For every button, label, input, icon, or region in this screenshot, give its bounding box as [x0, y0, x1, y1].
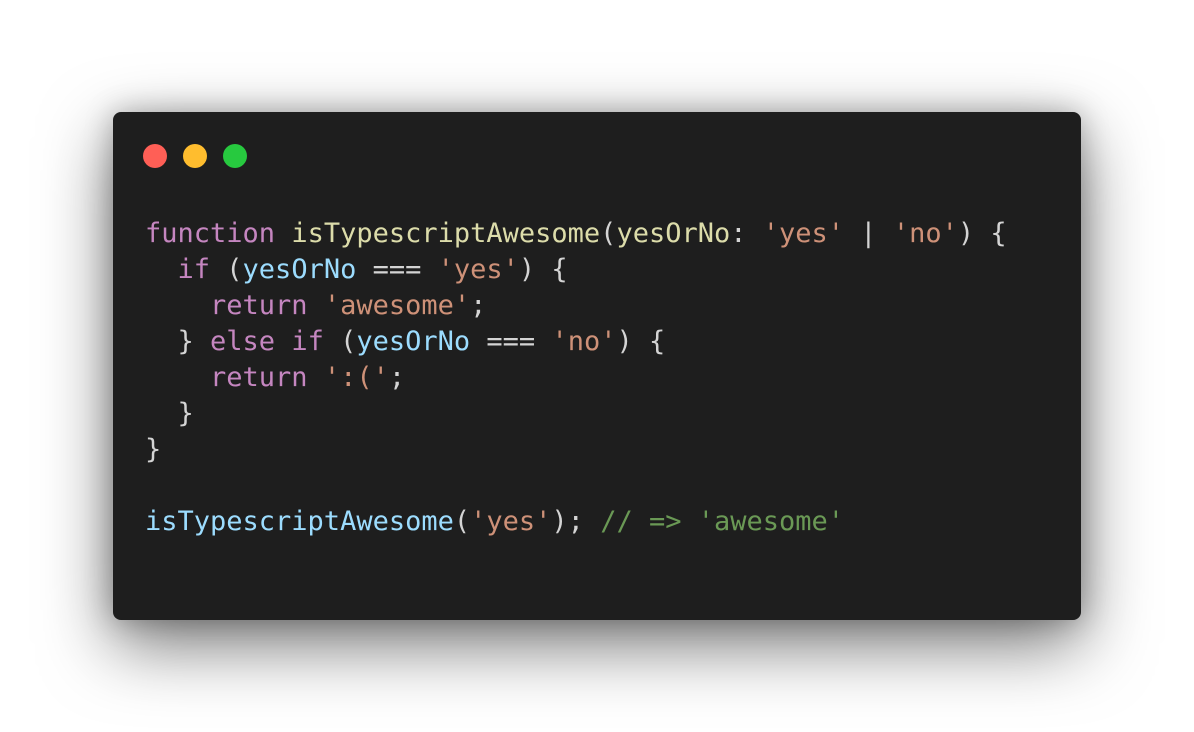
string-token: 'no' — [892, 218, 958, 249]
string-token: 'yes' — [762, 218, 845, 249]
punctuation-token: } — [145, 434, 162, 465]
punctuation-token: ( — [210, 254, 243, 285]
maximize-icon[interactable] — [223, 144, 247, 168]
function-name-token: isTypescriptAwesome — [291, 218, 601, 249]
punctuation-token: ; — [470, 290, 487, 321]
window-controls — [143, 144, 247, 168]
code-line: if (yesOrNo === 'yes') { — [145, 252, 1007, 288]
code-line: function isTypescriptAwesome(yesOrNo: 'y… — [145, 216, 1007, 252]
operator-token: | — [844, 218, 893, 249]
code-window: function isTypescriptAwesome(yesOrNo: 'y… — [113, 112, 1081, 620]
punctuation-token: ); — [551, 506, 601, 537]
code-block: function isTypescriptAwesome(yesOrNo: 'y… — [145, 216, 1007, 540]
canvas: function isTypescriptAwesome(yesOrNo: 'y… — [0, 0, 1194, 732]
comment-token: // => 'awesome' — [600, 506, 845, 537]
variable-token: yesOrNo — [356, 326, 471, 357]
punctuation-token: ( — [600, 218, 617, 249]
punctuation-token: } — [145, 398, 194, 429]
function-call-token: isTypescriptAwesome — [145, 506, 454, 537]
code-line: isTypescriptAwesome('yes'); // => 'aweso… — [145, 504, 1007, 540]
keyword-token: return — [210, 290, 308, 321]
code-line: } — [145, 396, 1007, 432]
close-icon[interactable] — [143, 144, 167, 168]
punctuation-token: ; — [388, 362, 406, 393]
punctuation-token: ( — [453, 506, 471, 537]
operator-token: === — [470, 326, 552, 357]
string-token: 'yes' — [437, 254, 519, 285]
code-line: return ':('; — [145, 360, 1007, 396]
code-line: } else if (yesOrNo === 'no') { — [145, 324, 1007, 360]
punctuation-token: : — [730, 218, 763, 249]
keyword-token: else — [210, 326, 276, 357]
minimize-icon[interactable] — [183, 144, 207, 168]
string-token: 'awesome' — [323, 290, 471, 321]
punctuation-token: ( — [323, 326, 357, 357]
variable-token: yesOrNo — [242, 254, 357, 285]
keyword-token: return — [210, 362, 308, 393]
keyword-token: if — [177, 254, 211, 285]
keyword-token: if — [291, 326, 324, 357]
code-line: } — [145, 432, 1007, 468]
operator-token: === — [356, 254, 438, 285]
string-token: 'yes' — [470, 506, 552, 537]
keyword-token: function — [145, 218, 276, 249]
string-token: ':(' — [323, 362, 389, 393]
punctuation-token: ) { — [957, 218, 1007, 249]
code-line: return 'awesome'; — [145, 288, 1007, 324]
parameter-token: yesOrNo — [616, 218, 731, 249]
punctuation-token: } — [145, 326, 211, 357]
punctuation-token: ) { — [518, 254, 568, 285]
punctuation-token: ) { — [616, 326, 666, 357]
string-token: 'no' — [551, 326, 617, 357]
